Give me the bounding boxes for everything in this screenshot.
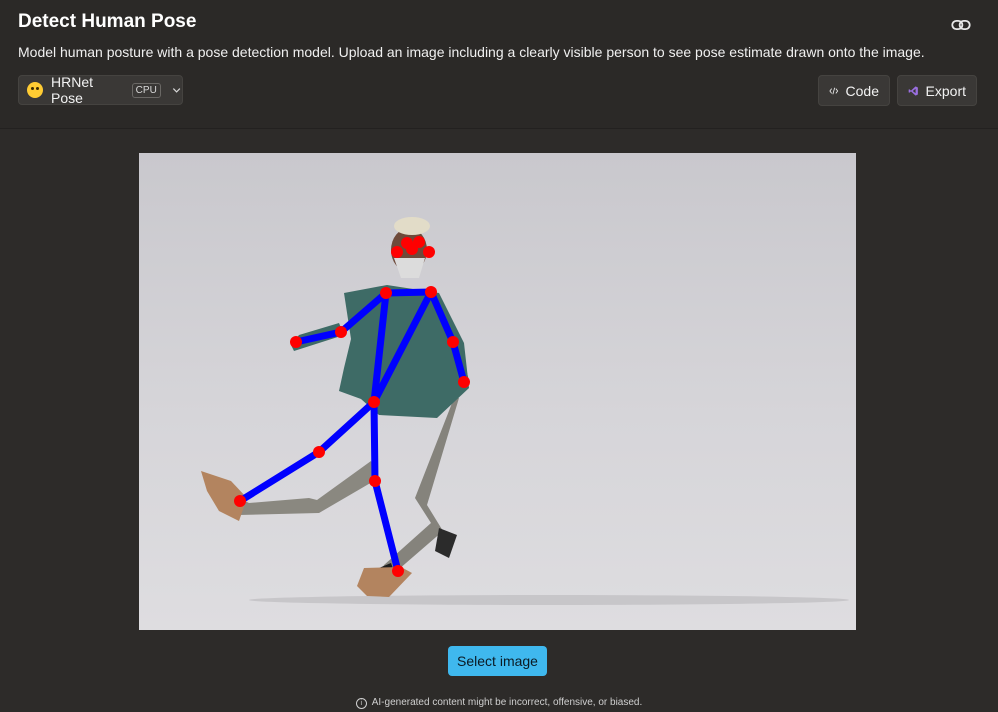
- pose-result-image: [139, 153, 856, 630]
- code-icon: [829, 87, 839, 94]
- model-selector-dropdown[interactable]: HRNet Pose CPU: [18, 74, 183, 106]
- export-button[interactable]: Export: [897, 75, 977, 106]
- code-button[interactable]: Code: [818, 75, 890, 106]
- disclaimer-text: AI-generated content might be incorrect,…: [371, 697, 643, 708]
- chevron-down-icon: [172, 88, 181, 93]
- export-button-label: Export: [925, 82, 966, 99]
- visual-studio-icon: [908, 85, 918, 96]
- page-description: Model human posture with a pose detectio…: [18, 44, 925, 60]
- page-header: Detect Human Pose Model human posture wi…: [0, 0, 998, 129]
- model-name: HRNet Pose: [51, 74, 94, 106]
- info-icon: i: [355, 698, 367, 709]
- hugging-face-emoji-icon: [27, 82, 43, 98]
- ai-disclaimer: i AI-generated content might be incorrect…: [0, 697, 998, 709]
- select-image-button[interactable]: Select image: [448, 646, 547, 676]
- link-icon[interactable]: [950, 14, 972, 36]
- person-figure: [201, 217, 469, 597]
- code-button-label: Code: [845, 82, 879, 99]
- cpu-badge: CPU: [131, 82, 161, 98]
- page-title: Detect Human Pose: [18, 11, 197, 32]
- pose-scene: [201, 217, 849, 605]
